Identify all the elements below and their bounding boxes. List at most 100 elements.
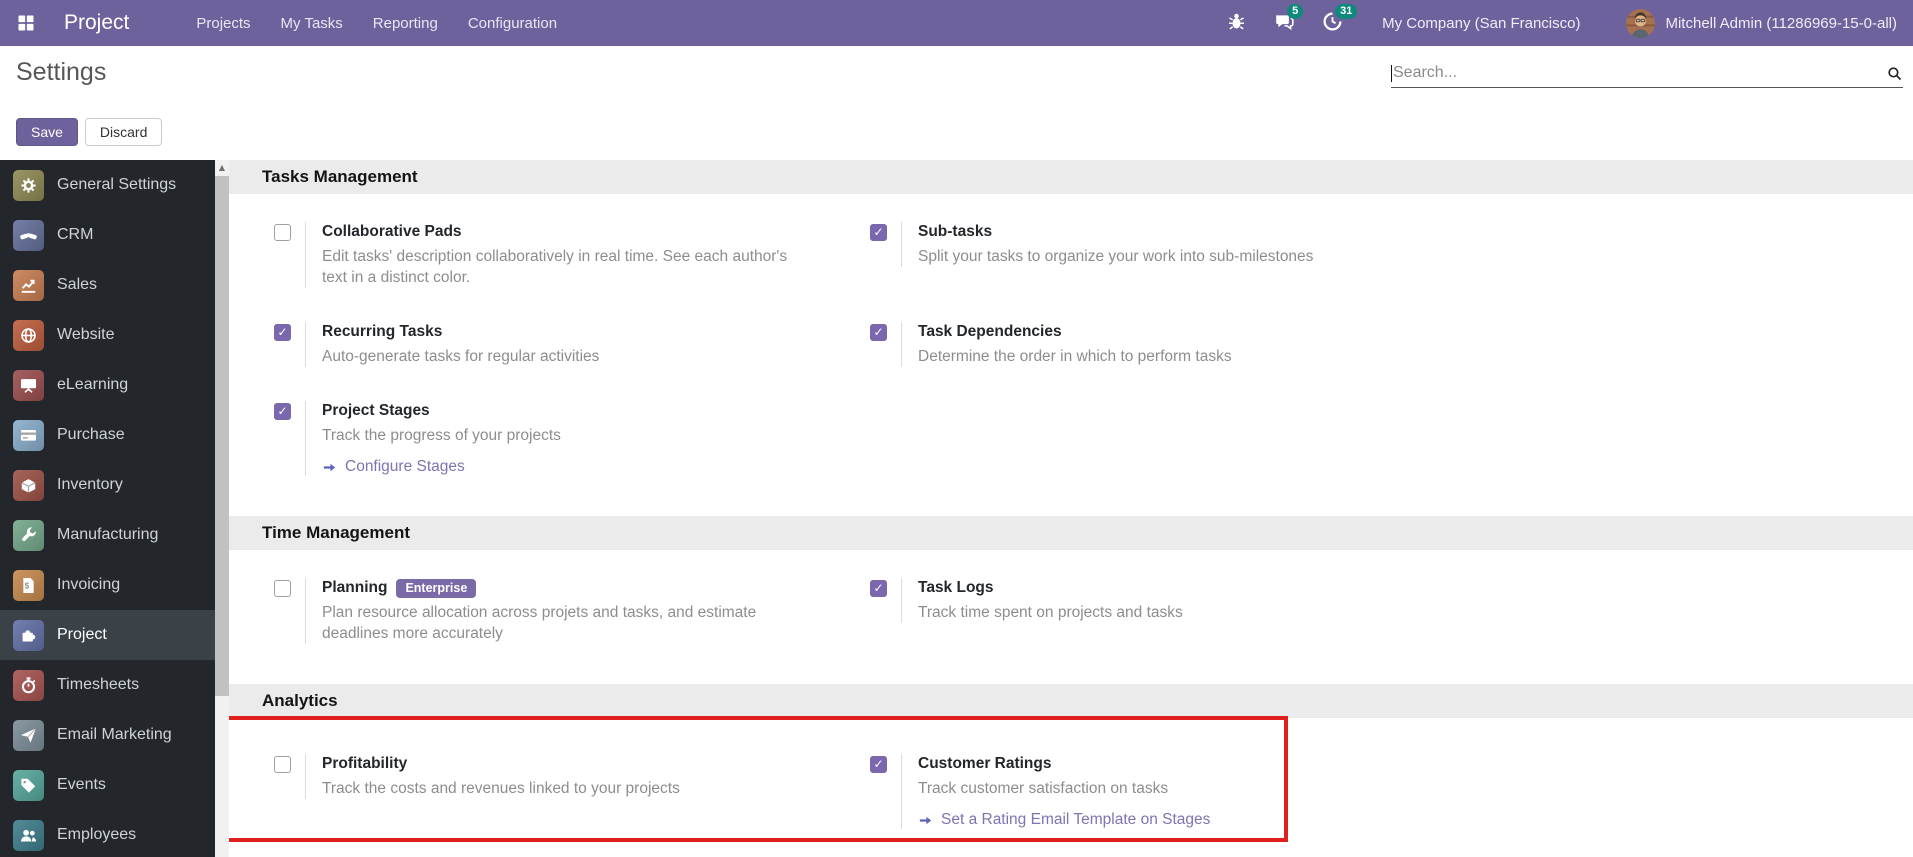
setting-sub-tasks: Sub-tasks Split your tasks to organize y…	[870, 222, 1466, 288]
setting-checkbox[interactable]	[274, 224, 291, 241]
settings-content: Tasks Management Collaborative Pads Edit…	[229, 160, 1913, 857]
setting-title: Customer Ratings	[918, 755, 1052, 772]
setting-checkbox[interactable]	[274, 403, 291, 420]
setting-title: Task Dependencies	[918, 323, 1062, 340]
sidebar-item-inventory[interactable]: Inventory	[0, 460, 215, 510]
search-box	[1391, 64, 1903, 88]
setting-title: Recurring Tasks	[322, 323, 443, 340]
sidebar-item-label: Employees	[57, 826, 137, 843]
setting-checkbox[interactable]	[870, 580, 887, 597]
invoice-icon: $	[13, 569, 44, 601]
section-title: Tasks Management	[229, 160, 1913, 194]
top-menu-my-tasks[interactable]: My Tasks	[266, 2, 358, 45]
messages-icon-button[interactable]: 5	[1274, 4, 1304, 36]
sidebar-item-website[interactable]: Website	[0, 310, 215, 360]
messages-icon	[1274, 15, 1295, 36]
top-menu-projects[interactable]: Projects	[181, 2, 265, 45]
setting-task-logs: Task Logs Track time spent on projects a…	[870, 578, 1466, 644]
section-time-management: Time Management Planning Enterprise Plan…	[229, 516, 1913, 684]
sales-chart-icon	[13, 269, 44, 301]
setting-title: Project Stages	[322, 402, 430, 419]
puzzle-icon	[13, 619, 44, 651]
gear-icon	[13, 169, 44, 201]
setting-collaborative-pads: Collaborative Pads Edit tasks' descripti…	[274, 222, 870, 288]
control-buttons: Save Discard	[16, 118, 163, 146]
setting-checkbox[interactable]	[870, 756, 887, 773]
paper-plane-icon	[13, 719, 44, 751]
setting-link[interactable]: Set a Rating Email Template on Stages	[918, 811, 1210, 829]
content-scrollbar: ▲	[215, 160, 229, 857]
section-rows: Collaborative Pads Edit tasks' descripti…	[229, 194, 1913, 516]
search-icon[interactable]	[1886, 65, 1903, 82]
setting-title: Sub-tasks	[918, 223, 993, 240]
stopwatch-icon	[13, 669, 44, 701]
search-input[interactable]	[1392, 64, 1886, 82]
sidebar-item-sales[interactable]: Sales	[0, 260, 215, 310]
employees-icon	[13, 819, 44, 851]
sidebar-item-purchase[interactable]: Purchase	[0, 410, 215, 460]
setting-description: Track customer satisfaction on tasks	[918, 780, 1169, 797]
sidebar-item-label: Sales	[57, 276, 98, 293]
sidebar-item-project[interactable]: Project	[0, 610, 215, 660]
sidebar-item-crm[interactable]: CRM	[0, 210, 215, 260]
setting-title: Planning	[322, 579, 388, 596]
scrollbar-thumb[interactable]	[215, 176, 229, 696]
setting-checkbox[interactable]	[274, 580, 291, 597]
sidebar-item-label: Events	[57, 776, 106, 793]
setting-checkbox[interactable]	[870, 324, 887, 341]
notification-badge: 5	[1287, 4, 1304, 19]
sidebar-item-label: eLearning	[57, 376, 129, 393]
sidebar-item-label: Project	[57, 626, 107, 643]
sidebar-item-employees[interactable]: Employees	[0, 810, 215, 857]
sidebar-item-label: Email Marketing	[57, 726, 172, 743]
sidebar-item-invoicing[interactable]: $ Invoicing	[0, 560, 215, 610]
section-analytics: Analytics Profitability Track the costs …	[229, 684, 1913, 845]
sidebar-item-timesheets[interactable]: Timesheets	[0, 660, 215, 710]
settings-row: Project Stages Track the progress of you…	[274, 401, 1913, 476]
wrench-icon	[13, 519, 44, 551]
company-switcher[interactable]: My Company (San Francisco)	[1382, 15, 1580, 32]
top-menu: Projects My Tasks Reporting Configuration	[181, 2, 572, 45]
discard-button[interactable]: Discard	[84, 118, 163, 146]
scrollbar-up-arrow[interactable]: ▲	[215, 160, 229, 175]
setting-project-stages: Project Stages Track the progress of you…	[274, 401, 870, 476]
bug-icon-button[interactable]	[1226, 11, 1250, 35]
setting-link-label: Set a Rating Email Template on Stages	[941, 811, 1211, 828]
user-name: Mitchell Admin (11286969-15-0-all)	[1665, 14, 1897, 32]
setting-description: Split your tasks to organize your work i…	[918, 248, 1314, 265]
setting-link[interactable]: Configure Stages	[322, 458, 561, 476]
user-menu[interactable]: Mitchell Admin (11286969-15-0-all)	[1626, 8, 1897, 38]
setting-checkbox[interactable]	[274, 324, 291, 341]
setting-checkbox[interactable]	[870, 224, 887, 241]
setting-checkbox[interactable]	[274, 756, 291, 773]
save-button[interactable]: Save	[16, 118, 78, 146]
top-navbar: Project Projects My Tasks Reporting Configu…	[0, 0, 1913, 46]
inventory-box-icon	[13, 469, 44, 501]
handshake-icon	[13, 219, 44, 251]
setting-link-label: Configure Stages	[345, 458, 465, 475]
activities-clock-icon-button[interactable]: 31	[1322, 4, 1358, 35]
sidebar-item-label: CRM	[57, 226, 94, 243]
setting-title: Task Logs	[918, 579, 994, 596]
setting-description: Determine the order in which to perform …	[918, 348, 1232, 365]
purchase-card-icon	[13, 419, 44, 451]
sidebar-item-general-settings[interactable]: General Settings	[0, 160, 215, 210]
top-menu-configuration[interactable]: Configuration	[453, 2, 572, 45]
globe-icon	[13, 319, 44, 351]
sidebar-item-label: Manufacturing	[57, 526, 159, 543]
sidebar-item-events[interactable]: Events	[0, 760, 215, 810]
svg-text:$: $	[25, 581, 30, 590]
topbar-icon-group: 5 31	[1202, 4, 1358, 36]
enterprise-badge: Enterprise	[396, 578, 477, 598]
sidebar-item-elearning[interactable]: eLearning	[0, 360, 215, 410]
sidebar-item-manufacturing[interactable]: Manufacturing	[0, 510, 215, 560]
setting-title: Profitability	[322, 755, 408, 772]
page-title: Settings	[16, 58, 107, 86]
top-menu-reporting[interactable]: Reporting	[358, 2, 453, 45]
apps-grid-icon[interactable]	[16, 13, 36, 33]
setting-description: Track time spent on projects and tasks	[918, 604, 1183, 621]
setting-planning: Planning Enterprise Plan resource alloca…	[274, 578, 870, 644]
sidebar-item-email-marketing[interactable]: Email Marketing	[0, 710, 215, 760]
arrow-right-icon	[919, 816, 932, 824]
sidebar-item-label: General Settings	[57, 176, 177, 193]
